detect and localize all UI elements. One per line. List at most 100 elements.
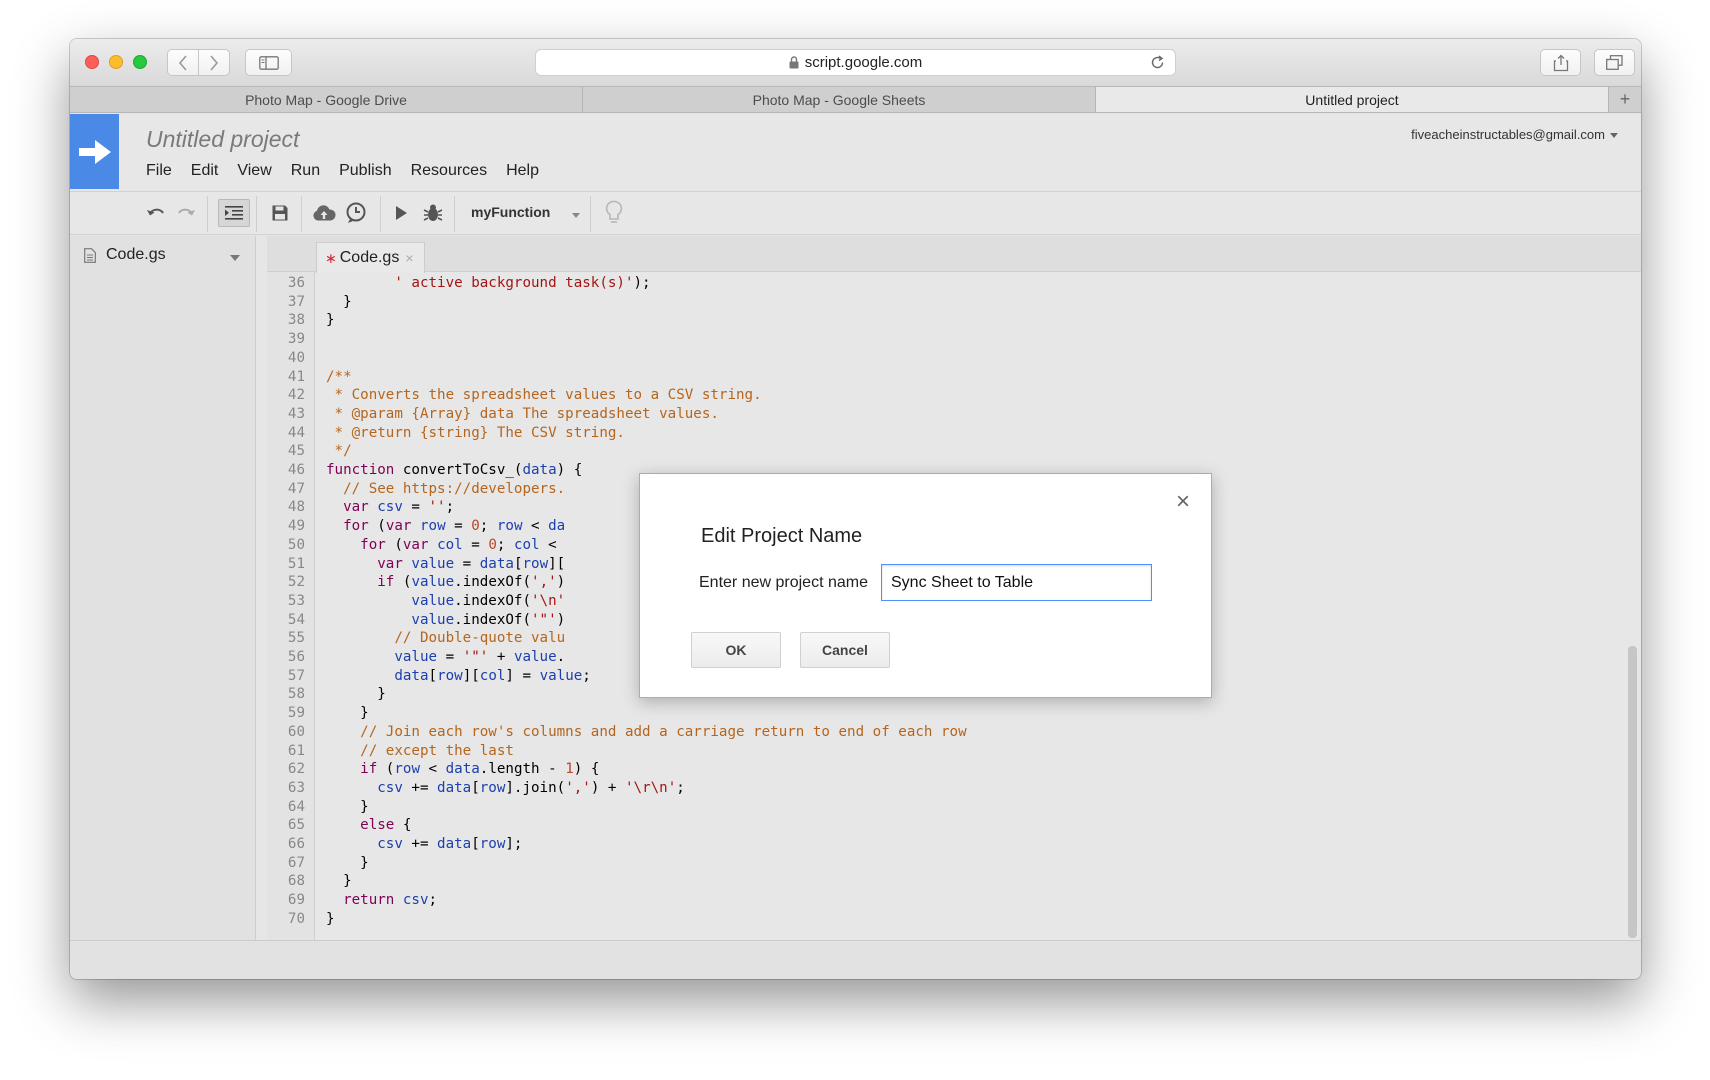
tabs-overview-icon: [1606, 55, 1623, 70]
editor-toolbar: myFunction: [70, 191, 1641, 235]
line-code: }: [326, 705, 369, 722]
window-zoom-button[interactable]: [133, 55, 147, 69]
browser-tab-bar: Photo Map - Google Drive Photo Map - Goo…: [70, 87, 1641, 113]
show-tabs-button[interactable]: [1594, 49, 1635, 76]
line-number: 67: [287, 854, 305, 871]
line-code: csv += data[row].join(',') + '\r\n';: [377, 779, 685, 796]
line-number: 55: [287, 630, 305, 647]
account-dropdown-icon[interactable]: [1610, 133, 1618, 138]
editor-scrollbar[interactable]: [1628, 646, 1637, 938]
browser-tab-sheets[interactable]: Photo Map - Google Sheets: [583, 87, 1096, 112]
indent-icon[interactable]: [218, 199, 250, 227]
back-button[interactable]: [168, 50, 198, 75]
undo-icon[interactable]: [142, 199, 170, 227]
project-title[interactable]: Untitled project: [146, 126, 299, 153]
cancel-button[interactable]: Cancel: [800, 632, 890, 668]
close-icon[interactable]: ×: [1176, 490, 1190, 514]
sidebar-icon: [258, 55, 279, 70]
line-code: var value = data[row][: [377, 555, 566, 572]
apps-script-logo[interactable]: [70, 114, 119, 189]
line-number: 47: [287, 480, 305, 497]
account-email[interactable]: fiveacheinstructables@gmail.com: [1411, 127, 1605, 142]
line-code: for (var col = 0; col <: [360, 536, 557, 553]
window-close-button[interactable]: [85, 55, 99, 69]
menu-edit[interactable]: Edit: [191, 162, 219, 180]
line-number: 50: [287, 536, 305, 553]
function-select[interactable]: myFunction: [471, 204, 550, 220]
menu-file[interactable]: File: [146, 162, 172, 180]
toolbar-separator: [207, 196, 208, 232]
file-menu-dropdown-icon[interactable]: [230, 255, 240, 261]
lightbulb-icon[interactable]: [600, 199, 628, 227]
file-list-panel: Code.gs: [70, 236, 256, 940]
line-code: data[row][col] = value;: [394, 667, 591, 684]
menu-publish[interactable]: Publish: [339, 162, 391, 180]
editor-tab-bar: ∗ Code.gs ×: [267, 236, 1641, 273]
share-button[interactable]: [1540, 49, 1581, 76]
menu-run[interactable]: Run: [291, 162, 320, 180]
menu-resources[interactable]: Resources: [411, 162, 487, 180]
line-code: */: [326, 443, 352, 460]
line-code: * @param {Array} data The spreadsheet va…: [326, 405, 719, 422]
share-icon: [1553, 54, 1568, 71]
arrow-right-icon: [78, 139, 111, 164]
line-number: 44: [287, 424, 305, 441]
close-tab-icon[interactable]: ×: [405, 250, 413, 266]
dialog-title: Edit Project Name: [701, 525, 863, 547]
debug-bug-icon[interactable]: [419, 199, 447, 227]
new-tab-button[interactable]: +: [1609, 87, 1641, 112]
line-code: return csv;: [343, 892, 438, 909]
line-code: value.indexOf('"'): [411, 611, 566, 628]
file-item-code-gs[interactable]: Code.gs: [84, 246, 166, 264]
browser-toolbar: script.google.com: [70, 39, 1641, 87]
sidebar-toggle-button[interactable]: [245, 49, 292, 76]
line-number: 36: [287, 275, 305, 291]
toolbar-separator: [380, 196, 381, 232]
line-number: 65: [287, 817, 305, 834]
run-play-icon[interactable]: [387, 199, 415, 227]
window-minimize-button[interactable]: [109, 55, 123, 69]
browser-tab-drive[interactable]: Photo Map - Google Drive: [70, 87, 583, 112]
line-number: 56: [287, 649, 305, 665]
line-number: 43: [287, 405, 305, 422]
line-number: 42: [287, 387, 305, 404]
chevron-right-icon: [210, 54, 219, 71]
line-code: * @return {string} The CSV string.: [326, 424, 625, 441]
line-number: 54: [287, 611, 305, 628]
line-number: 38: [287, 312, 305, 329]
redo-icon[interactable]: [172, 199, 200, 227]
line-number: 45: [287, 443, 305, 460]
line-code: }: [326, 854, 369, 871]
line-code: ' active background task(s)');: [394, 275, 651, 291]
line-number: 40: [287, 349, 305, 366]
line-number: 48: [287, 499, 305, 516]
line-code: }: [326, 873, 352, 890]
forward-button[interactable]: [198, 50, 229, 75]
line-code: // Join each row's columns and add a car…: [360, 723, 967, 740]
project-name-input[interactable]: [881, 564, 1152, 601]
lock-icon: [789, 56, 799, 69]
line-code: var csv = '';: [343, 499, 455, 516]
menu-view[interactable]: View: [237, 162, 271, 180]
line-code: function convertToCsv_(data) {: [326, 462, 583, 478]
toolbar-separator: [256, 196, 257, 232]
reload-icon[interactable]: [1149, 54, 1166, 71]
deploy-cloud-icon[interactable]: [310, 199, 338, 227]
address-bar[interactable]: script.google.com: [535, 49, 1176, 76]
line-number: 49: [287, 518, 305, 535]
line-code: else {: [360, 817, 412, 834]
browser-tab-apps-script[interactable]: Untitled project: [1096, 87, 1609, 112]
menu-help[interactable]: Help: [506, 162, 539, 180]
function-dropdown-icon[interactable]: [572, 213, 580, 218]
line-code: }: [326, 312, 335, 329]
line-code: if (row < data.length - 1) {: [360, 761, 600, 778]
save-icon[interactable]: [266, 199, 294, 227]
line-code: value.indexOf('\n': [411, 592, 566, 609]
ok-button[interactable]: OK: [691, 632, 781, 668]
line-code: // Double-quote valu: [394, 630, 566, 647]
app-header: Untitled project File Edit View Run Publ…: [70, 114, 1641, 191]
unsaved-marker: ∗: [325, 249, 337, 266]
line-number: 41: [287, 368, 305, 385]
triggers-clock-icon[interactable]: [342, 199, 370, 227]
editor-tab-code-gs[interactable]: ∗ Code.gs ×: [316, 242, 425, 273]
